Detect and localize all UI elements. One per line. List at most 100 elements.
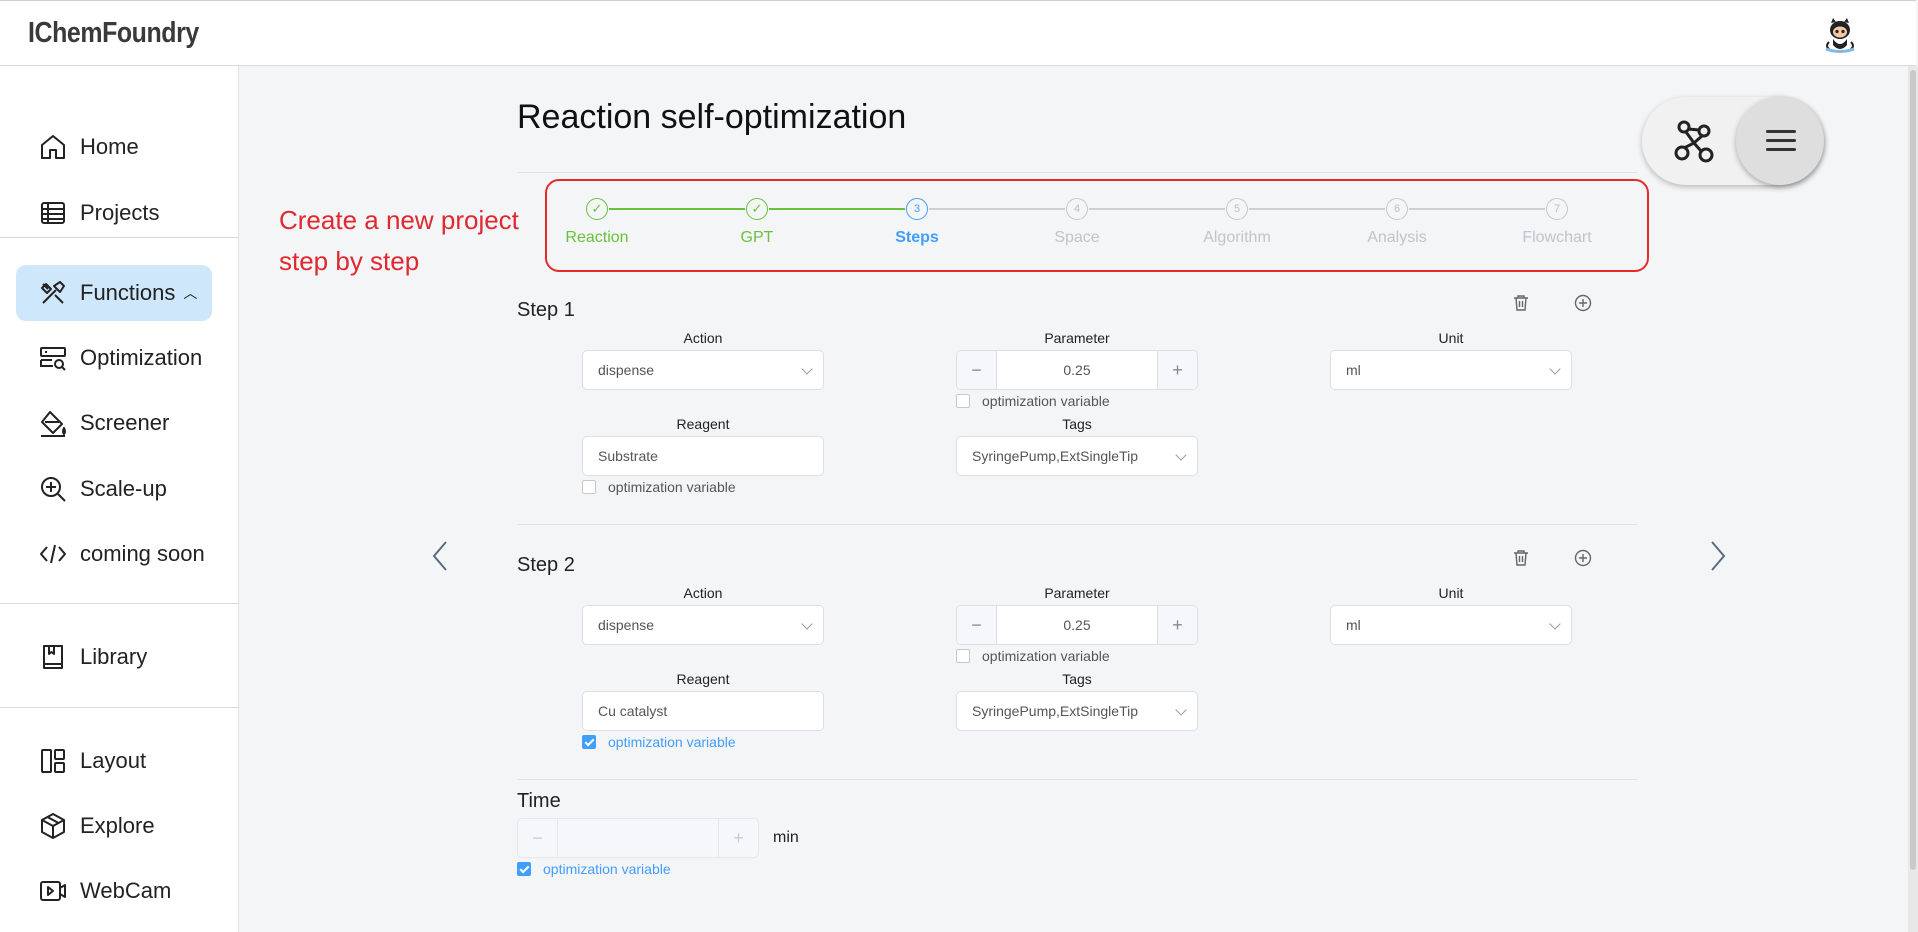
parameter-optimization-checkbox[interactable]: optimization variable — [956, 393, 1110, 409]
step-label-gpt[interactable]: GPT — [697, 229, 817, 247]
stepper-connector — [1409, 208, 1545, 210]
sidebar-item-explore[interactable]: Explore — [16, 798, 212, 854]
paint-bucket-icon — [41, 411, 66, 437]
chevron-down-icon — [1175, 449, 1187, 461]
network-graph-icon[interactable] — [1670, 117, 1718, 165]
sidebar-item-label: coming soon — [80, 541, 205, 566]
checkbox-label: optimization variable — [608, 734, 736, 750]
previous-arrow-icon[interactable] — [428, 538, 452, 574]
step-number-5[interactable]: 5 — [1226, 198, 1248, 220]
reagent-input[interactable]: Cu catalyst — [582, 691, 824, 731]
step-number-6[interactable]: 6 — [1386, 198, 1408, 220]
sidebar-item-home[interactable]: Home — [16, 119, 212, 175]
step-label-analysis[interactable]: Analysis — [1337, 229, 1457, 247]
action-label: Action — [683, 330, 723, 346]
tags-value: SyringePump,ExtSingleTip — [972, 448, 1139, 464]
add-circle-icon[interactable] — [1574, 294, 1592, 312]
delete-icon[interactable] — [1512, 549, 1530, 567]
decrement-button[interactable]: − — [957, 606, 997, 644]
sidebar-item-label: Library — [80, 644, 148, 669]
checkbox-icon[interactable] — [956, 649, 970, 663]
sidebar-item-label: Functions — [80, 280, 176, 305]
title-divider — [517, 172, 1637, 173]
sidebar-item-optimization[interactable]: Optimization — [16, 330, 212, 386]
increment-button[interactable]: + — [718, 819, 758, 857]
sidebar-item-webcam[interactable]: WebCam — [16, 863, 212, 919]
github-avatar-icon[interactable] — [1820, 15, 1860, 55]
action-select[interactable]: dispense — [582, 605, 824, 645]
stepper-connector — [1089, 208, 1225, 210]
brand-logo[interactable]: IChemFoundry — [28, 17, 199, 50]
step-number-7[interactable]: 7 — [1546, 198, 1568, 220]
step-check-icon[interactable]: ✓ — [746, 198, 768, 220]
step-label-reaction[interactable]: Reaction — [537, 229, 657, 247]
checkbox-icon[interactable] — [956, 394, 970, 408]
step-1-title: Step 1 — [517, 299, 575, 321]
reagent-optimization-checkbox[interactable]: optimization variable — [582, 479, 736, 495]
parameter-optimization-checkbox[interactable]: optimization variable — [956, 648, 1110, 664]
unit-select[interactable]: ml — [1330, 605, 1572, 645]
parameter-stepper[interactable]: − 0.25 + — [956, 605, 1198, 645]
checkbox-label: optimization variable — [608, 479, 736, 495]
hamburger-menu-button[interactable] — [1736, 97, 1824, 185]
tags-select[interactable]: SyringePump,ExtSingleTip — [956, 691, 1198, 731]
checkbox-checked-icon[interactable] — [517, 862, 531, 876]
step-check-icon[interactable]: ✓ — [586, 198, 608, 220]
checkbox-icon[interactable] — [582, 480, 596, 494]
stepper-highlight-box — [545, 179, 1649, 272]
step-number-4[interactable]: 4 — [1066, 198, 1088, 220]
sidebar-item-coming-soon[interactable]: coming soon — [16, 526, 212, 582]
sidebar-item-library[interactable]: Library — [16, 629, 212, 685]
sidebar-divider — [0, 707, 239, 708]
parameter-stepper[interactable]: − 0.25 + — [956, 350, 1198, 390]
action-select[interactable]: dispense — [582, 350, 824, 390]
next-arrow-icon[interactable] — [1706, 538, 1730, 574]
parameter-value[interactable]: 0.25 — [997, 351, 1157, 389]
step-number-3[interactable]: 3 — [906, 198, 928, 220]
server-search-icon — [40, 347, 66, 371]
increment-button[interactable]: + — [1157, 351, 1197, 389]
increment-button[interactable]: + — [1157, 606, 1197, 644]
chevron-up-icon: ︿ — [183, 285, 198, 301]
decrement-button[interactable]: − — [518, 819, 558, 857]
step-label-steps[interactable]: Steps — [857, 229, 977, 247]
home-icon — [41, 135, 65, 159]
page-title: Reaction self-optimization — [517, 98, 907, 136]
unit-select[interactable]: ml — [1330, 350, 1572, 390]
reagent-input[interactable]: Substrate — [582, 436, 824, 476]
add-circle-icon[interactable] — [1574, 549, 1592, 567]
time-optimization-checkbox[interactable]: optimization variable — [517, 861, 671, 877]
sidebar-item-label: Home — [80, 134, 139, 159]
delete-icon[interactable] — [1512, 294, 1530, 312]
floating-action-pill — [1642, 97, 1824, 185]
checkbox-checked-icon[interactable] — [582, 735, 596, 749]
sidebar-item-screener[interactable]: Screener — [16, 395, 212, 451]
sidebar-item-functions[interactable]: Functions ︿ — [16, 265, 212, 321]
decrement-button[interactable]: − — [957, 351, 997, 389]
sidebar-item-projects[interactable]: Projects — [16, 185, 212, 241]
step-label-flowchart[interactable]: Flowchart — [1497, 229, 1617, 247]
tools-icon — [41, 281, 65, 304]
tags-select[interactable]: SyringePump,ExtSingleTip — [956, 436, 1198, 476]
chevron-down-icon — [801, 363, 813, 375]
reagent-label: Reagent — [676, 671, 730, 687]
sidebar-item-layout[interactable]: Layout — [16, 733, 212, 789]
time-unit: min — [773, 829, 799, 846]
sidebar-item-scale-up[interactable]: Scale-up — [16, 461, 212, 517]
unit-value: ml — [1346, 362, 1361, 378]
sidebar-divider — [0, 237, 239, 238]
sidebar-item-label: Explore — [80, 813, 155, 838]
step-2-title: Step 2 — [517, 554, 575, 576]
step-label-algorithm[interactable]: Algorithm — [1177, 229, 1297, 247]
page-scrollbar[interactable] — [1908, 66, 1918, 932]
parameter-label: Parameter — [1044, 330, 1110, 346]
time-stepper[interactable]: − + — [517, 818, 759, 858]
chevron-down-icon — [1549, 363, 1561, 375]
step-label-space[interactable]: Space — [1017, 229, 1137, 247]
unit-value: ml — [1346, 617, 1361, 633]
stepper-connector — [609, 208, 745, 210]
unit-label: Unit — [1438, 330, 1464, 346]
reagent-optimization-checkbox[interactable]: optimization variable — [582, 734, 736, 750]
annotation-callout: Create a new project step by step — [279, 200, 519, 282]
parameter-value[interactable]: 0.25 — [997, 606, 1157, 644]
